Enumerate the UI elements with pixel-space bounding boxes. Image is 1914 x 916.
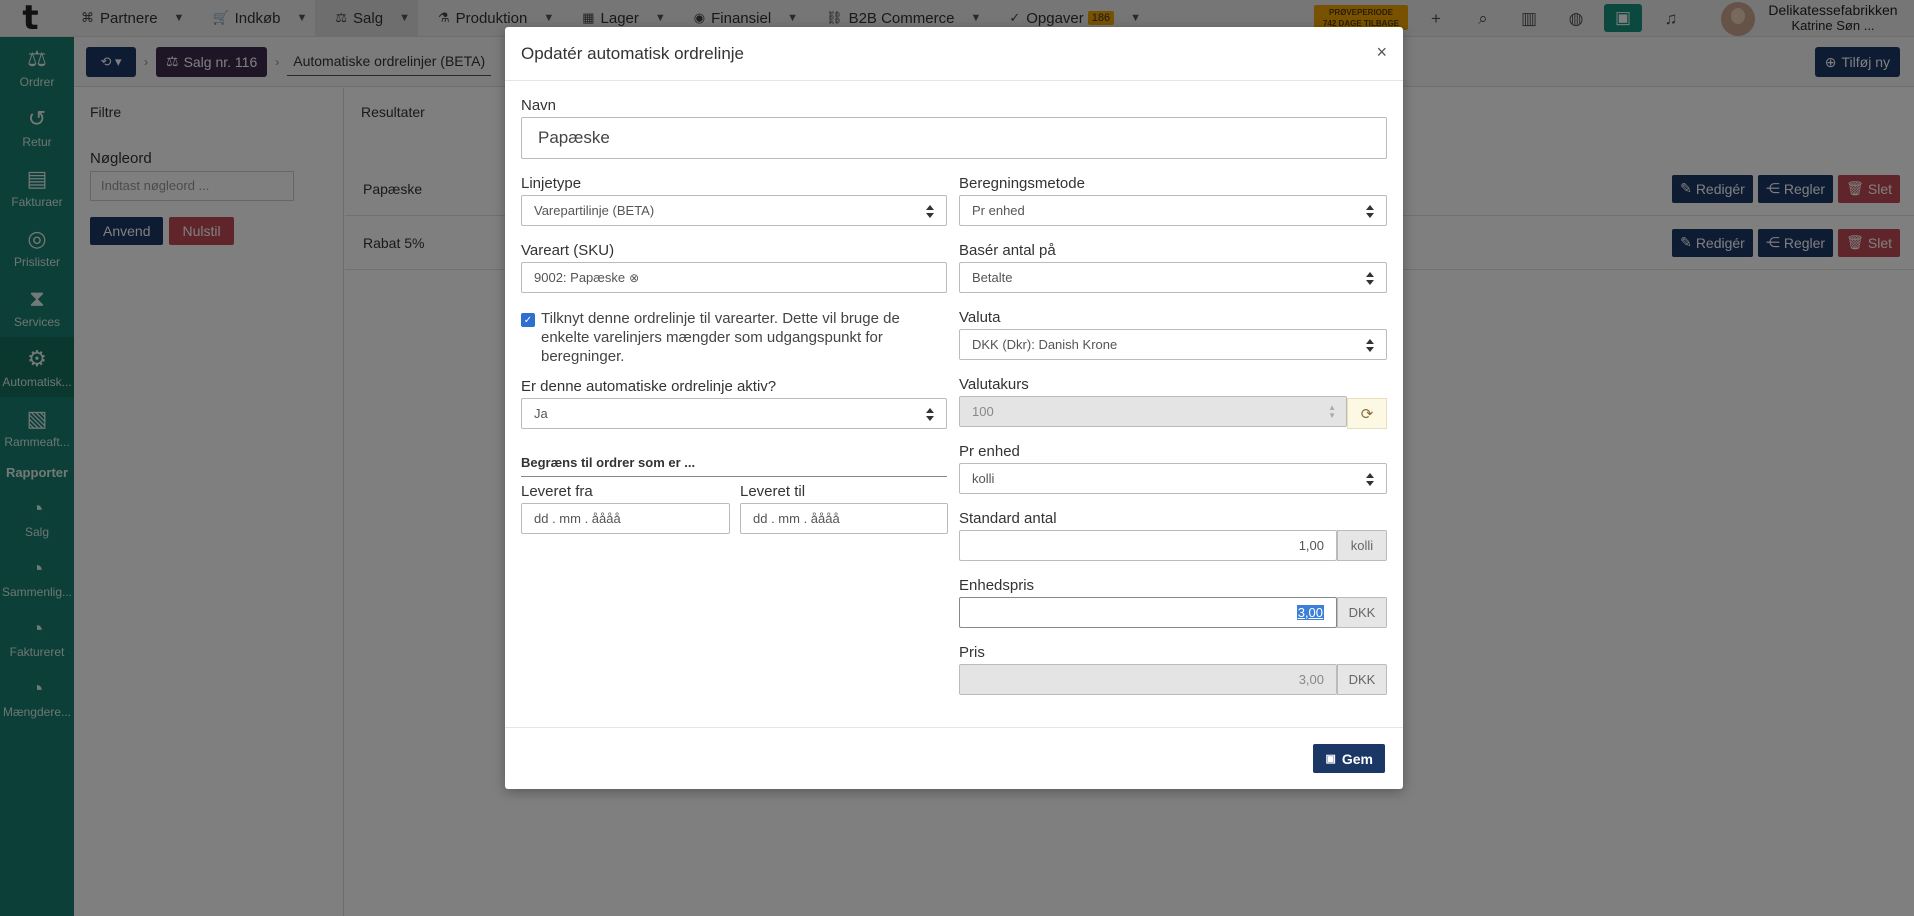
save-label: Gem <box>1341 750 1373 767</box>
linetype-label: Linjetype <box>521 175 582 192</box>
delivered-from-field: Leveret fra dd . mm . åååå <box>521 483 730 534</box>
price-label: Pris <box>959 644 985 661</box>
price-input: 3,00 <box>959 664 1337 695</box>
exchange-rate-label: Valutakurs <box>959 376 1029 393</box>
currency-select[interactable]: DKK (Dkr): Danish Krone <box>959 329 1387 360</box>
link-skus-label: Tilknyt denne ordrelinje til varearter. … <box>541 310 900 365</box>
delivered-to-label: Leveret til <box>740 483 806 500</box>
sku-label: Vareart (SKU) <box>521 242 615 259</box>
sku-tag: 9002: Papæske <box>534 270 626 285</box>
active-label: Er denne automatiske ordrelinje aktiv? <box>521 378 777 395</box>
standard-quantity-field: Standard antal 1,00 kolli <box>959 510 1387 561</box>
standard-quantity-label: Standard antal <box>959 510 1057 527</box>
link-skus-checkbox[interactable]: ✓ <box>521 313 535 327</box>
delivered-to-field: Leveret til dd . mm . åååå <box>740 483 948 534</box>
delivered-from-input[interactable]: dd . mm . åååå <box>521 503 730 534</box>
exchange-rate-value: 100 <box>972 404 994 419</box>
name-field: Navn Papæske <box>521 97 1387 159</box>
modal-header: Opdatér automatisk ordrelinje <box>505 27 1403 81</box>
unit-price-field: Enhedspris 3,00 DKK <box>959 577 1387 628</box>
active-field: Er denne automatiske ordrelinje aktiv? J… <box>521 378 947 429</box>
standard-quantity-input[interactable]: 1,00 <box>959 530 1337 561</box>
sku-field: Vareart (SKU) 9002: Papæske ⊗ <box>521 242 947 293</box>
name-input[interactable]: Papæske <box>521 117 1387 159</box>
linetype-select[interactable]: Varepartilinje (BETA) <box>521 195 947 226</box>
price-currency: DKK <box>1337 664 1387 695</box>
unit-price-currency: DKK <box>1337 597 1387 628</box>
base-quantity-select[interactable]: Betalte <box>959 262 1387 293</box>
linetype-field: Linjetype Varepartilinje (BETA) <box>521 175 947 226</box>
active-select[interactable]: Ja <box>521 398 947 429</box>
save-button[interactable]: ▣ Gem <box>1313 744 1385 773</box>
standard-quantity-unit: kolli <box>1337 530 1387 561</box>
app-root: t ⌘Partnere▼ 🛒Indkøb▼ ⚖Salg▼ ⚗Produktion… <box>0 0 1914 916</box>
close-icon[interactable]: × <box>1376 42 1387 63</box>
calc-method-field: Beregningsmetode Pr enhed <box>959 175 1387 226</box>
per-unit-select[interactable]: kolli <box>959 463 1387 494</box>
delivered-to-input[interactable]: dd . mm . åååå <box>740 503 948 534</box>
spinner-icon: ▲ ▼ <box>1328 403 1336 420</box>
unit-price-value: 3,00 <box>1296 605 1324 620</box>
limit-section-title: Begræns til ordrer som er ... <box>521 455 947 477</box>
save-icon: ▣ <box>1325 753 1336 765</box>
modal-footer: ▣ Gem <box>505 727 1403 789</box>
exchange-rate-input: 100 ▲ ▼ <box>959 396 1347 427</box>
per-unit-label: Pr enhed <box>959 443 1020 460</box>
price-field: Pris 3,00 DKK <box>959 644 1387 695</box>
modal-title: Opdatér automatisk ordrelinje <box>521 43 745 63</box>
base-quantity-label: Basér antal på <box>959 242 1056 259</box>
unit-price-label: Enhedspris <box>959 577 1035 594</box>
delivered-from-label: Leveret fra <box>521 483 593 500</box>
remove-tag-icon[interactable]: ⊗ <box>629 271 639 285</box>
currency-label: Valuta <box>959 309 1001 326</box>
refresh-icon[interactable]: ⟳ <box>1347 398 1387 429</box>
sku-select[interactable]: 9002: Papæske ⊗ <box>521 262 947 293</box>
unit-price-input[interactable]: 3,00 <box>959 597 1337 628</box>
per-unit-field: Pr enhed kolli <box>959 443 1387 494</box>
calc-method-label: Beregningsmetode <box>959 175 1085 192</box>
update-order-line-modal: Opdatér automatisk ordrelinje × Navn Pap… <box>505 27 1403 789</box>
name-label: Navn <box>521 97 557 114</box>
currency-field: Valuta DKK (Dkr): Danish Krone <box>959 309 1387 360</box>
exchange-rate-field: Valutakurs 100 ▲ ▼ ⟳ <box>959 376 1387 429</box>
calc-method-select[interactable]: Pr enhed <box>959 195 1387 226</box>
base-quantity-field: Basér antal på Betalte <box>959 242 1387 293</box>
